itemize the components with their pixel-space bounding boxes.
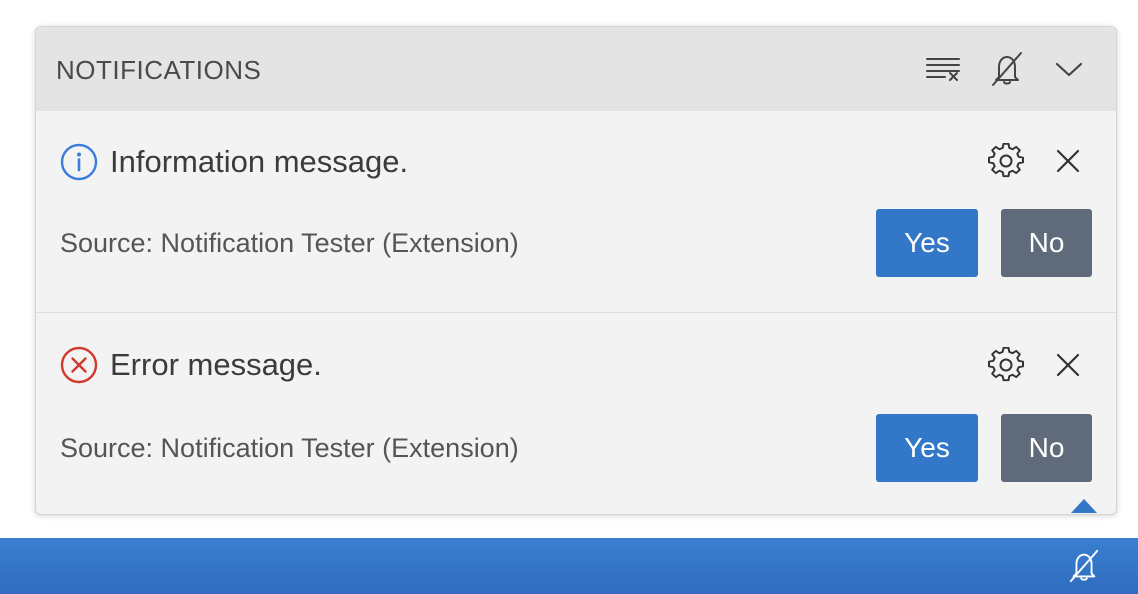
hide-notifications-button[interactable] (1049, 49, 1089, 89)
notification-message: Error message. (110, 347, 322, 382)
notification-toast: Information message. Source: Notificatio… (36, 111, 1116, 313)
close-icon (1056, 353, 1080, 377)
bell-slash-icon (1069, 549, 1099, 583)
clear-all-icon (926, 58, 960, 81)
notification-center-pointer (1071, 499, 1097, 513)
yes-button[interactable]: Yes (876, 209, 978, 277)
no-button[interactable]: No (1001, 209, 1092, 277)
close-notification-button[interactable] (1048, 141, 1088, 181)
notification-toast: Error message. Source: Notification Test… (36, 312, 1116, 514)
yes-button[interactable]: Yes (876, 414, 978, 482)
info-icon (60, 143, 98, 181)
configure-notification-button[interactable] (986, 141, 1026, 181)
bell-slash-icon (992, 52, 1022, 86)
notifications-center: NOTIFICATIONS Information message. Sourc… (35, 26, 1117, 515)
gear-icon (988, 143, 1024, 178)
no-button[interactable]: No (1001, 414, 1092, 482)
gear-icon (988, 347, 1024, 382)
notifications-header: NOTIFICATIONS (36, 27, 1116, 111)
notifications-status-button[interactable] (1064, 546, 1104, 586)
error-icon (60, 346, 98, 384)
close-icon (1056, 149, 1080, 173)
configure-notification-button[interactable] (986, 345, 1026, 385)
close-notification-button[interactable] (1048, 345, 1088, 385)
notification-source: Source: Notification Tester (Extension) (60, 228, 519, 258)
notifications-title: NOTIFICATIONS (56, 55, 262, 85)
do-not-disturb-button[interactable] (987, 49, 1027, 89)
status-bar (0, 538, 1138, 594)
notification-source: Source: Notification Tester (Extension) (60, 433, 519, 463)
clear-all-notifications-button[interactable] (923, 49, 963, 89)
chevron-down-icon (1055, 62, 1083, 77)
notification-message: Information message. (110, 144, 409, 179)
